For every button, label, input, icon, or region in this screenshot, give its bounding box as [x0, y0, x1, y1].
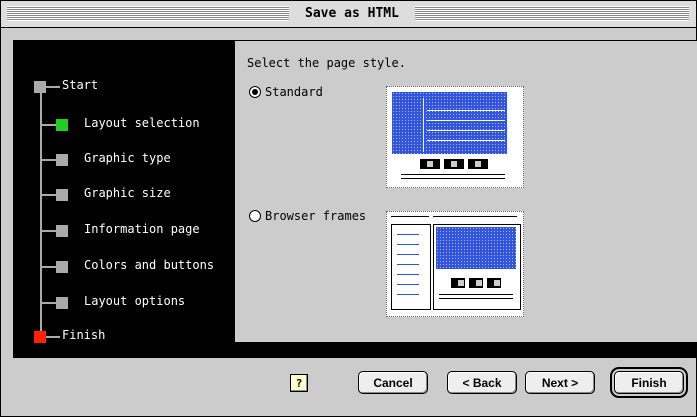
frames-preview-header-line	[391, 216, 429, 217]
radio-browser-frames-label: Browser frames	[265, 209, 367, 223]
wizard-step-marker	[56, 225, 68, 237]
frames-preview-nav-item	[397, 254, 419, 255]
wizard-step-label: Graphic type	[84, 151, 171, 165]
page-style-prompt: Select the page style.	[247, 56, 406, 70]
cancel-button[interactable]: Cancel	[358, 371, 428, 394]
page-style-content: Select the page style. Standard Browser …	[235, 41, 697, 342]
wizard-step-marker	[34, 331, 46, 343]
finish-button[interactable]: Finish	[610, 367, 688, 398]
radio-browser-frames[interactable]: Browser frames	[249, 209, 366, 223]
frames-preview-button	[469, 278, 483, 288]
next-button[interactable]: Next >	[525, 371, 595, 394]
title-bar[interactable]: Save as HTML	[1, 1, 696, 28]
frames-preview-nav-frame	[391, 224, 431, 310]
radio-standard-label: Standard	[265, 85, 323, 99]
wizard-step-connector	[41, 230, 56, 232]
frames-preview-nav-item	[397, 284, 419, 285]
wizard-step-connector	[46, 86, 60, 88]
standard-preview-footer-line	[401, 178, 505, 179]
wizard-step-label: Layout selection	[84, 116, 200, 130]
wizard-step-connector	[41, 194, 56, 196]
standard-preview-line	[427, 140, 505, 141]
wizard-step-connector	[46, 336, 60, 338]
wizard-panel: Start Layout selection Graphic type Graphic…	[13, 40, 697, 358]
standard-preview-dots	[423, 98, 424, 152]
radio-standard[interactable]: Standard	[249, 85, 323, 99]
back-button[interactable]: < Back	[447, 371, 517, 394]
save-as-html-window: Save as HTML Start Layout selection Graphi…	[0, 0, 697, 417]
frames-preview-content-area	[436, 227, 516, 269]
wizard-step-marker	[56, 297, 68, 309]
wizard-step-label: Layout options	[84, 294, 186, 308]
standard-preview-footer-line	[401, 174, 505, 175]
wizard-step-connector	[41, 302, 56, 304]
window-title: Save as HTML	[291, 4, 413, 24]
radio-browser-frames-indicator[interactable]	[249, 210, 261, 222]
browser-frames-layout-preview[interactable]	[386, 211, 524, 317]
frames-preview-button	[487, 278, 501, 288]
title-stripes-left	[7, 6, 289, 21]
standard-layout-preview[interactable]	[386, 86, 524, 188]
wizard-step-label: Start	[62, 78, 99, 92]
standard-preview-line	[427, 120, 505, 121]
wizard-step-marker	[56, 189, 68, 201]
wizard-step-marker	[56, 261, 68, 273]
standard-preview-content-area	[392, 92, 507, 154]
wizard-step-connector	[41, 266, 56, 268]
wizard-steps-sidebar: Start Layout selection Graphic type Graphic…	[14, 41, 235, 357]
wizard-step-label: Information page	[84, 222, 200, 236]
wizard-step-marker	[56, 119, 68, 131]
frames-preview-header-line	[433, 216, 517, 217]
wizard-step-label: Graphic size	[84, 186, 171, 200]
wizard-step-label: Colors and buttons	[84, 258, 215, 272]
wizard-step-connector	[41, 124, 56, 126]
frames-preview-nav-item	[397, 244, 419, 245]
preview-prev-button	[468, 159, 488, 169]
frames-preview-nav-item	[397, 274, 419, 275]
frames-preview-button	[451, 278, 465, 288]
frames-preview-footer-line	[439, 298, 513, 299]
preview-first-button	[420, 159, 440, 169]
radio-standard-indicator[interactable]	[249, 86, 261, 98]
wizard-step-connector	[41, 159, 56, 161]
preview-next-button	[444, 159, 464, 169]
wizard-step-marker	[56, 154, 68, 166]
standard-preview-line	[427, 110, 505, 111]
standard-preview-line	[427, 130, 505, 131]
wizard-step-marker	[34, 81, 46, 93]
title-stripes-right	[415, 6, 689, 21]
frames-preview-nav-item	[397, 234, 419, 235]
frames-preview-nav-item	[397, 264, 419, 265]
help-button[interactable]: ?	[290, 374, 308, 392]
frames-preview-footer-line	[439, 294, 513, 295]
frames-preview-nav-item	[397, 294, 419, 295]
wizard-step-label: Finish	[62, 328, 106, 342]
